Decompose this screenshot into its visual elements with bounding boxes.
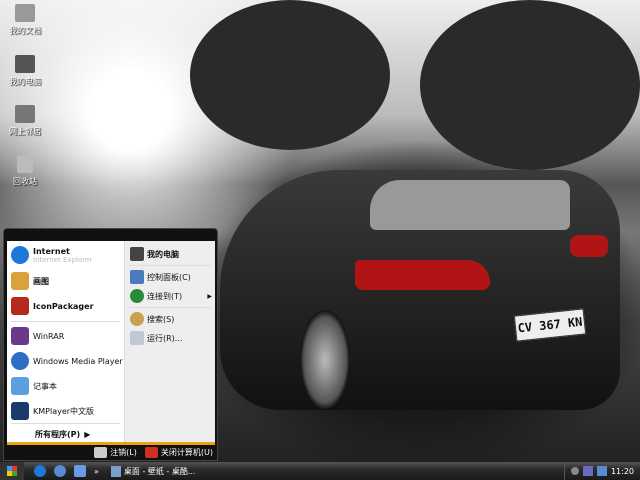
connect-icon	[130, 289, 144, 303]
desktop-icon-my-computer[interactable]: 我的电脑	[0, 55, 50, 87]
all-programs-button[interactable]: 所有程序(P) ▶	[35, 429, 90, 440]
menu-item-connect-to[interactable]: 连接到(T) ▶	[130, 289, 212, 303]
item-sublabel: Internet Explorer	[33, 255, 93, 264]
media-player-icon	[11, 352, 29, 370]
wallpaper-tree	[190, 0, 390, 150]
icon-label: 回收站	[13, 177, 37, 186]
separator	[11, 423, 120, 424]
wallpaper-taillight	[570, 235, 608, 257]
icon-label: 我的电脑	[9, 77, 41, 86]
separator	[129, 265, 211, 266]
search-icon	[130, 312, 144, 326]
computer-icon	[130, 247, 144, 261]
logoff-button[interactable]: 注销(L)	[94, 447, 137, 458]
notepad-icon	[11, 377, 29, 395]
quicklaunch-overflow-button[interactable]: »	[94, 467, 99, 476]
ie-icon	[11, 246, 29, 264]
power-icon	[144, 447, 158, 458]
media-player-icon[interactable]	[54, 465, 66, 477]
show-desktop-icon[interactable]	[74, 465, 86, 477]
menu-item-winrar[interactable]: WinRAR	[11, 327, 64, 345]
menu-item-control-panel[interactable]: 控制面板(C)	[130, 270, 191, 284]
item-label: 关闭计算机(U)	[160, 448, 213, 457]
logoff-icon	[94, 447, 108, 458]
menu-item-kmplayer[interactable]: KMPlayer中文版	[11, 402, 94, 420]
folder-icon	[15, 4, 35, 22]
desktop-icon-recycle-bin[interactable]: 回收站	[0, 155, 50, 187]
item-label: 搜索(S)	[147, 314, 175, 324]
item-label: 所有程序(P)	[35, 430, 81, 439]
item-label: 注销(L)	[110, 448, 137, 457]
document-icon	[110, 465, 121, 477]
start-menu-right-column: 我的电脑 控制面板(C) 连接到(T) ▶ 搜索(S) 运行(R)...	[124, 241, 215, 442]
menu-item-run[interactable]: 运行(R)...	[130, 331, 182, 345]
computer-icon	[15, 55, 35, 73]
item-label: 连接到(T)	[147, 291, 183, 301]
tray-icon[interactable]	[570, 467, 579, 475]
item-label: 我的电脑	[147, 249, 179, 259]
start-menu-left-column: Internet Internet Explorer 画图 IconPackage…	[7, 241, 124, 442]
network-icon[interactable]	[596, 466, 607, 476]
arrow-right-icon: ▶	[207, 292, 212, 300]
item-label: Internet	[33, 246, 70, 256]
desktop-icon-my-documents[interactable]: 我的文档	[0, 4, 50, 36]
windows-logo-icon	[7, 466, 17, 476]
recycle-bin-icon	[17, 155, 33, 173]
network-icon	[15, 105, 35, 123]
start-button[interactable]	[0, 462, 24, 480]
item-label: 画图	[33, 276, 49, 286]
menu-item-search[interactable]: 搜索(S)	[130, 312, 174, 326]
system-tray: 11:20	[563, 462, 640, 480]
shutdown-button[interactable]: 关闭计算机(U)	[144, 447, 213, 458]
iconpackager-icon	[11, 297, 29, 315]
task-label: 桌面 - 壁纸 - 桌酷...	[123, 466, 196, 476]
menu-item-media-player[interactable]: Windows Media Player	[11, 352, 123, 370]
menu-item-notepad[interactable]: 记事本	[11, 377, 57, 395]
wallpaper-car-window	[370, 180, 570, 230]
menu-item-paint[interactable]: 画图	[11, 272, 49, 290]
winrar-icon	[11, 327, 29, 345]
clock[interactable]: 11:20	[611, 467, 634, 476]
start-menu: Internet Internet Explorer 画图 IconPackage…	[3, 228, 218, 461]
wallpaper-taillight	[355, 260, 490, 290]
volume-icon[interactable]	[582, 466, 593, 476]
separator	[11, 321, 120, 322]
icon-label: 我的文档	[9, 26, 41, 35]
paint-icon	[11, 272, 29, 290]
separator	[129, 307, 211, 308]
start-menu-footer: 注销(L) 关闭计算机(U)	[94, 447, 213, 458]
wallpaper-wheel	[300, 310, 350, 410]
taskbar: » 桌面 - 壁纸 - 桌酷... 11:20	[0, 462, 640, 480]
desktop-icon-network[interactable]: 网上邻居	[0, 105, 50, 137]
item-label: KMPlayer中文版	[33, 406, 95, 416]
item-label: 运行(R)...	[147, 333, 183, 343]
ie-icon[interactable]	[34, 465, 46, 477]
arrow-right-icon: ▶	[84, 430, 91, 439]
menu-item-internet[interactable]: Internet Internet Explorer	[11, 246, 92, 264]
item-label: IconPackager	[33, 301, 94, 311]
icon-label: 网上邻居	[9, 127, 41, 136]
menu-item-my-computer[interactable]: 我的电脑	[130, 247, 179, 261]
kmplayer-icon	[11, 402, 29, 420]
taskbar-button[interactable]: 桌面 - 壁纸 - 桌酷...	[110, 465, 231, 477]
item-label: 控制面板(C)	[147, 272, 191, 282]
wallpaper-tree	[420, 0, 640, 170]
control-panel-icon	[130, 270, 144, 284]
item-label: WinRAR	[33, 331, 65, 341]
menu-item-iconpackager[interactable]: IconPackager	[11, 297, 94, 315]
run-icon	[130, 331, 144, 345]
item-label: 记事本	[33, 381, 57, 391]
item-label: Windows Media Player	[33, 356, 123, 366]
